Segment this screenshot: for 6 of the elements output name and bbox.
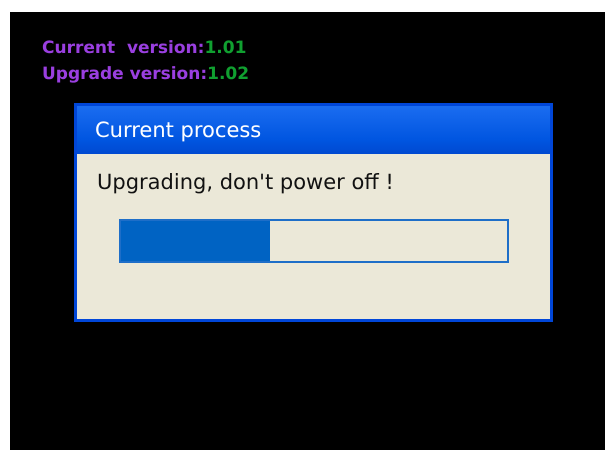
version-number: 1.01 <box>204 37 246 60</box>
version-label: Current version: <box>42 37 204 60</box>
version-number: 1.02 <box>207 63 250 86</box>
version-label: Upgrade version: <box>42 63 208 86</box>
dialog-title: Current process <box>77 106 550 154</box>
dialog-message: Upgrading, don't power off ! <box>97 170 395 194</box>
